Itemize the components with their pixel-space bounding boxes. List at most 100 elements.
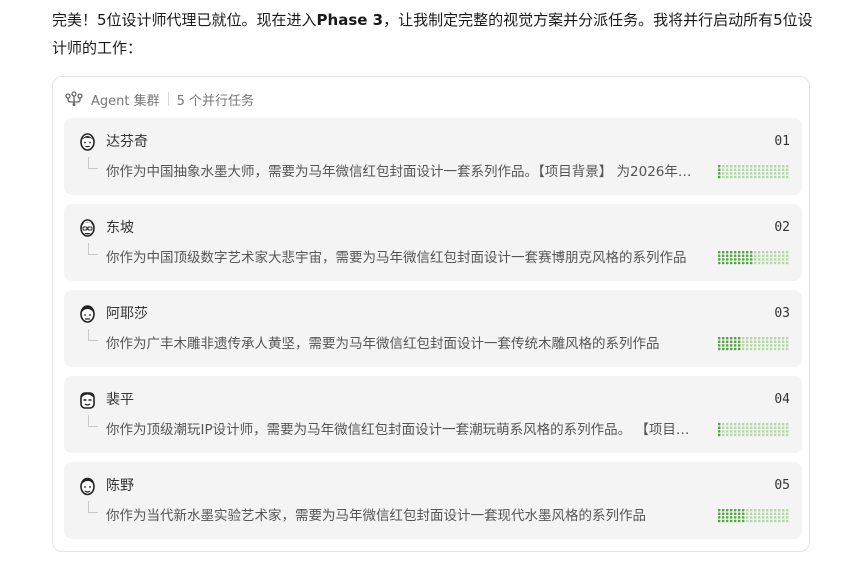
progress-dot	[774, 347, 777, 351]
progress-dot	[726, 430, 729, 433]
tree-connector	[88, 329, 98, 341]
progress-dot	[762, 430, 765, 433]
progress-dot	[738, 168, 741, 171]
progress-dot	[734, 509, 737, 512]
message-phase-label: Phase 3	[316, 11, 384, 29]
progress-dot	[738, 165, 741, 168]
progress-dot	[770, 426, 773, 429]
agent-name: 陈野	[106, 478, 134, 494]
progress-dot	[758, 172, 761, 175]
progress-dot	[774, 433, 777, 437]
panel-title: Agent 集群	[91, 93, 160, 109]
task-card[interactable]: 达芬奇 01 你作为中国抽象水墨大师，需要为马年微信红包封面设计一套系列作品。【…	[64, 118, 802, 195]
progress-dot	[718, 347, 721, 351]
progress-dot	[766, 512, 769, 515]
progress-dot	[726, 423, 729, 426]
progress-dot	[718, 251, 721, 254]
progress-dot	[734, 430, 737, 433]
progress-dot	[786, 251, 789, 254]
progress-dot	[758, 175, 761, 179]
progress-dot	[738, 512, 741, 515]
progress-dot	[782, 337, 785, 340]
task-card[interactable]: 东坡 02 你作为中国顶级数字艺术家大悲宇宙，需要为马年微信红包封面设计一套赛博…	[64, 204, 802, 281]
task-progress	[718, 337, 789, 351]
progress-dot	[762, 165, 765, 168]
progress-dot	[754, 337, 757, 340]
progress-dot	[762, 433, 765, 437]
task-card[interactable]: 裴平 04 你作为顶级潮玩IP设计师，需要为马年微信红包封面设计一套潮玩萌系风格…	[64, 376, 802, 453]
progress-dot	[742, 433, 745, 437]
task-card[interactable]: 阿耶莎 03 你作为广丰木雕非遗传承人黄坚，需要为马年微信红包封面设计一套传统木…	[64, 290, 802, 367]
progress-dot	[726, 175, 729, 179]
progress-dot	[722, 509, 725, 512]
progress-dot	[778, 258, 781, 261]
progress-dot	[782, 251, 785, 254]
progress-dot	[726, 433, 729, 437]
progress-dot	[734, 426, 737, 429]
progress-dot	[742, 168, 745, 171]
progress-dot	[730, 337, 733, 340]
progress-dot	[774, 519, 777, 523]
progress-dot	[762, 344, 765, 347]
progress-dot	[738, 509, 741, 512]
progress-dot	[722, 430, 725, 433]
progress-dot	[718, 512, 721, 515]
progress-dot	[774, 426, 777, 429]
progress-dot	[754, 433, 757, 437]
progress-dot	[726, 340, 729, 343]
progress-dot	[730, 258, 733, 261]
progress-dot	[758, 165, 761, 168]
progress-dot	[770, 254, 773, 257]
progress-dot	[734, 175, 737, 179]
progress-dot	[746, 516, 749, 519]
progress-dot	[762, 516, 765, 519]
progress-dot	[758, 168, 761, 171]
progress-dot	[770, 337, 773, 340]
progress-dot	[782, 261, 785, 265]
progress-dot	[722, 519, 725, 523]
progress-dot	[750, 516, 753, 519]
progress-dot	[726, 347, 729, 351]
progress-dot	[730, 516, 733, 519]
progress-dot	[718, 344, 721, 347]
progress-dot	[738, 344, 741, 347]
progress-dot	[782, 426, 785, 429]
progress-dot	[746, 426, 749, 429]
progress-dot	[770, 433, 773, 437]
progress-dot	[746, 512, 749, 515]
progress-dot	[750, 258, 753, 261]
progress-dot	[726, 251, 729, 254]
progress-dot	[746, 175, 749, 179]
progress-dot	[762, 509, 765, 512]
progress-dot	[754, 519, 757, 523]
progress-dot	[782, 516, 785, 519]
progress-dot	[738, 519, 741, 523]
progress-dot	[766, 175, 769, 179]
progress-dot	[786, 258, 789, 261]
progress-dot	[762, 519, 765, 523]
progress-dot	[782, 344, 785, 347]
progress-dot	[730, 175, 733, 179]
progress-dot	[766, 426, 769, 429]
progress-dot	[730, 251, 733, 254]
progress-dot	[742, 175, 745, 179]
progress-dot	[766, 516, 769, 519]
task-card[interactable]: 陈野 05 你作为当代新水墨实验艺术家，需要为马年微信红包封面设计一套现代水墨风…	[64, 462, 802, 539]
progress-dot	[778, 175, 781, 179]
progress-dot	[722, 516, 725, 519]
progress-dot	[770, 258, 773, 261]
progress-dot	[742, 254, 745, 257]
progress-dot	[718, 337, 721, 340]
progress-dot	[718, 172, 721, 175]
task-description: 你作为顶级潮玩IP设计师，需要为马年微信红包封面设计一套潮玩萌系风格的系列作品。…	[106, 422, 702, 438]
progress-dot	[738, 433, 741, 437]
progress-dot	[746, 254, 749, 257]
progress-dot	[770, 516, 773, 519]
progress-dot	[754, 172, 757, 175]
progress-dot	[750, 426, 753, 429]
progress-dot	[722, 512, 725, 515]
progress-dot	[770, 512, 773, 515]
progress-dot	[774, 258, 777, 261]
task-number: 02	[774, 220, 790, 235]
progress-dot	[770, 340, 773, 343]
